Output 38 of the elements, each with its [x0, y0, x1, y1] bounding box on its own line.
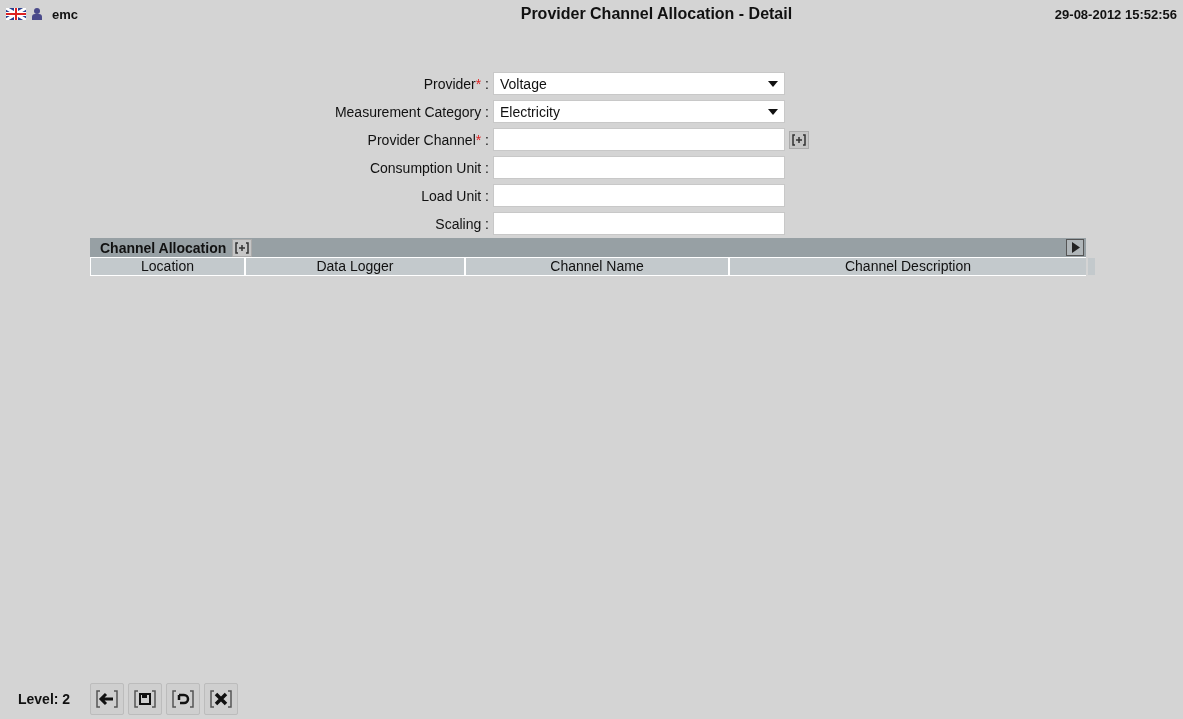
close-button[interactable]	[204, 683, 239, 715]
column-header: Channel Description	[730, 258, 1086, 275]
close-icon	[210, 690, 233, 708]
plus-icon	[235, 241, 250, 254]
dropdown-caret-icon	[768, 80, 778, 87]
back-arrow-icon	[96, 690, 119, 708]
dropdown-field[interactable]: Voltage	[493, 72, 785, 95]
save-button[interactable]	[128, 683, 163, 715]
section-title: Channel Allocation	[100, 239, 227, 256]
field-label: Load Unit :	[420, 187, 490, 204]
field-label: Measurement Category :	[333, 103, 490, 120]
column-header: Data Logger	[246, 258, 464, 275]
play-icon[interactable]	[1066, 239, 1084, 256]
field-label: Scaling :	[434, 215, 490, 232]
save-icon	[134, 690, 157, 708]
page-title: Provider Channel Allocation - Detail	[519, 5, 794, 23]
undo-icon	[172, 690, 195, 708]
input-field[interactable]	[493, 156, 785, 179]
plus-icon	[792, 133, 806, 146]
dropdown-caret-icon	[768, 108, 778, 115]
input-field[interactable]	[493, 128, 785, 151]
field-label: Provider* :	[422, 75, 490, 92]
input-field[interactable]	[493, 212, 785, 235]
back-button[interactable]	[90, 683, 125, 715]
input-field[interactable]	[493, 184, 785, 207]
field-label: Provider Channel* :	[366, 131, 490, 148]
column-header: Channel Name	[466, 258, 728, 275]
add-button[interactable]	[232, 238, 253, 257]
add-button[interactable]	[789, 130, 809, 149]
level-label: Level: 2	[18, 691, 71, 707]
flag-icon	[6, 8, 26, 20]
undo-button[interactable]	[166, 683, 201, 715]
dropdown-field[interactable]: Electricity	[493, 100, 785, 123]
field-label: Consumption Unit :	[368, 159, 490, 176]
datetime: 29-08-2012 15:52:56	[1054, 6, 1177, 22]
username: emc	[52, 6, 79, 22]
column-header: Location	[91, 258, 244, 275]
user-icon	[32, 8, 42, 20]
